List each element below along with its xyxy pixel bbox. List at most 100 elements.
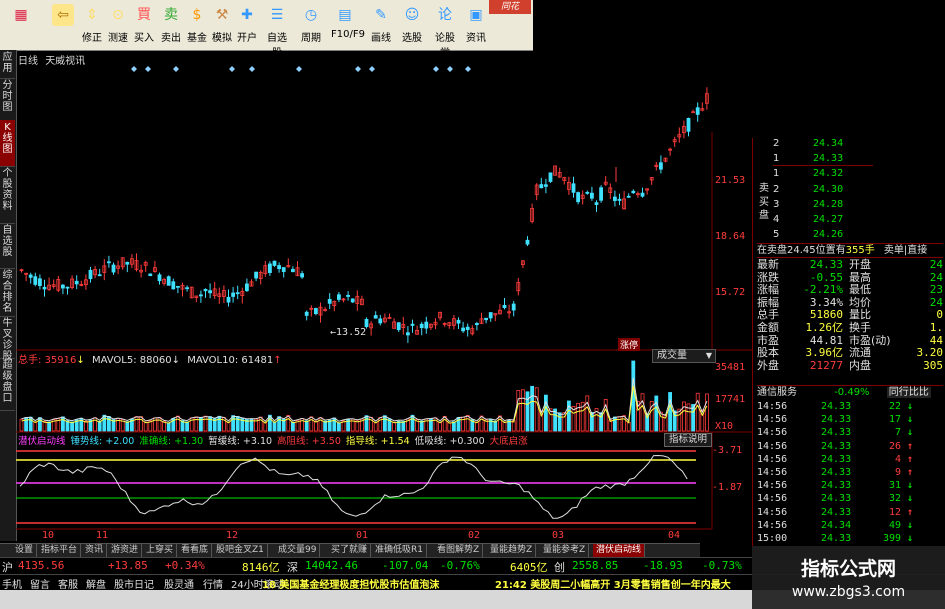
- status-link[interactable]: 行情: [203, 576, 223, 591]
- kline-chart[interactable]: [16, 62, 752, 543]
- status-link[interactable]: 股市日记: [114, 576, 154, 591]
- toolbar-模拟-button[interactable]: ⚒ 模拟: [208, 2, 236, 48]
- status-link[interactable]: 留言: [30, 576, 50, 591]
- left-tab-5[interactable]: 综合排名: [0, 268, 15, 317]
- toolbar-周期-button[interactable]: ◷ 周期: [297, 2, 325, 48]
- bottom-tab-4[interactable]: 上穿买: [143, 544, 178, 557]
- candle-body: [686, 118, 691, 132]
- candle-body: [166, 276, 171, 286]
- toolbar-论股堂-button[interactable]: 论论股堂: [431, 2, 459, 59]
- bottom-tab-9[interactable]: 准确低吸R1: [372, 544, 427, 557]
- speed-icon: ⊙: [112, 7, 124, 23]
- toolbar-选股-button[interactable]: ☺ 选股: [398, 2, 426, 48]
- sh-label[interactable]: 沪: [2, 559, 13, 575]
- order-price: 24.27: [813, 214, 844, 225]
- bottom-tab-13[interactable]: 潜伏启动线: [593, 544, 646, 557]
- toolbar-基金-button[interactable]: $ 基金: [183, 2, 211, 48]
- left-tab-6[interactable]: 牛叉诊股: [0, 316, 15, 362]
- volume-bar: [373, 422, 378, 432]
- tick-price: 24.33: [821, 506, 852, 518]
- candle-body: [327, 298, 332, 304]
- candle-body: [290, 268, 295, 273]
- bottom-tab-1[interactable]: 指标平台: [38, 544, 82, 557]
- left-tab-2[interactable]: K线图: [0, 120, 15, 167]
- tick-price: 24.33: [821, 440, 852, 452]
- toolbar-自选股-button[interactable]: ☰ 自选股: [263, 2, 291, 59]
- sector-name[interactable]: 通信服务: [757, 387, 797, 398]
- toolbar-btn1-button[interactable]: ⇦: [46, 2, 80, 48]
- candle-body: [525, 239, 530, 245]
- candle-body: [231, 292, 236, 297]
- account-icon: ✚: [241, 7, 253, 23]
- bottom-tab-11[interactable]: 量能趋势Z: [487, 544, 537, 557]
- order-book-row[interactable]: 5 24.26: [773, 228, 873, 241]
- bottom-tab-5[interactable]: 看看底: [178, 544, 213, 557]
- bottom-tab-8[interactable]: 买了就赚: [328, 544, 372, 557]
- sz-label[interactable]: 深: [287, 559, 298, 575]
- left-tab-3[interactable]: 个股资料: [0, 166, 15, 224]
- bottom-tab-10[interactable]: 看图解势Z: [434, 544, 484, 557]
- news-item[interactable]: 18 美国基金经理极度担忧股市估值泡沫: [262, 576, 439, 591]
- bottom-tab-0[interactable]: 设置: [12, 544, 38, 557]
- site-watermark: 指标公式网 www.zbgs3.com: [752, 546, 945, 609]
- bottom-tab-6[interactable]: 股吧金叉Z1: [213, 544, 268, 557]
- tick-volume: 31: [888, 480, 901, 492]
- toolbar-卖出-button[interactable]: 卖卖出: [157, 2, 185, 48]
- order-book-row[interactable]: 2 24.30: [773, 183, 873, 196]
- toolbar-btn0-button[interactable]: ▦: [4, 2, 38, 48]
- bottom-tab-7[interactable]: 成交量99: [275, 544, 321, 557]
- left-tab-7[interactable]: 超级盘口: [0, 358, 15, 411]
- tick-price: 24.33: [821, 493, 852, 505]
- quote-stat-row: 涨幅 -2.21% 最低 23: [757, 283, 943, 296]
- candle-body: [235, 292, 240, 295]
- cy-label[interactable]: 创: [554, 559, 565, 575]
- tick-volume: 17: [888, 414, 901, 426]
- sh-amount: 8146亿: [242, 561, 280, 574]
- indicator-help-button[interactable]: 指标说明: [664, 433, 712, 447]
- volume-bar: [520, 389, 525, 432]
- peer-compare-button[interactable]: 同行比比: [886, 387, 931, 398]
- left-tab-4[interactable]: 自选股: [0, 223, 15, 269]
- toolbar-button-label: 修正: [82, 33, 102, 44]
- order-book-row[interactable]: 2 24.34: [773, 137, 873, 150]
- forum-icon: 论: [438, 7, 452, 23]
- tick-price: 24.33: [821, 467, 852, 478]
- stat-value: 24: [929, 258, 943, 271]
- candle-body: [313, 308, 318, 315]
- status-link[interactable]: 股灵通: [164, 576, 194, 591]
- bottom-tab-3[interactable]: 游资进: [108, 544, 143, 557]
- toolbar-测速-button[interactable]: ⊙ 测速: [104, 2, 132, 48]
- order-book-row[interactable]: 1 24.33: [773, 152, 873, 167]
- arrow-down-icon: ↓: [906, 519, 913, 531]
- toolbar-开户-button[interactable]: ✚ 开户: [233, 2, 261, 48]
- tick-row: 14:56 24.33 12 ↑: [757, 506, 943, 519]
- left-tab-0[interactable]: 应用: [0, 50, 15, 79]
- bottom-tab-2[interactable]: 资讯: [82, 544, 108, 557]
- toolbar-画线-button[interactable]: ✎ 画线: [367, 2, 395, 48]
- signal-diamond: [145, 66, 151, 72]
- news-item[interactable]: 21:42 美股周二小幅高开 3月零售销售创一年内最大: [495, 576, 731, 591]
- volume-indicator-select[interactable]: 成交量 ▼: [652, 349, 716, 363]
- status-link[interactable]: 解盘: [86, 576, 106, 591]
- order-book-row[interactable]: 3 24.28: [773, 198, 873, 211]
- quote-stat-row: 外盘 21277 内盘 305: [757, 359, 943, 372]
- candle-body: [198, 294, 203, 297]
- status-link[interactable]: 手机: [2, 576, 22, 591]
- order-book-row[interactable]: 1 24.32: [773, 167, 873, 180]
- status-link[interactable]: 客服: [58, 576, 78, 591]
- toolbar-修正-button[interactable]: ⇕ 修正: [78, 2, 106, 48]
- toolbar-button-label: 画线: [371, 33, 391, 44]
- bottom-tab-12[interactable]: 量能参考Z: [540, 544, 590, 557]
- candle-body: [419, 323, 424, 329]
- left-tab-1[interactable]: 分时图: [0, 78, 15, 121]
- tick-price: 24.33: [821, 427, 852, 439]
- volume-bar: [84, 420, 88, 432]
- toolbar-资讯-button[interactable]: ▣ 资讯: [462, 2, 490, 48]
- volume-header: 总手: 35916↓ MAVOL5: 88060↓ MAVOL10: 61481…: [18, 355, 282, 366]
- candle-body: [511, 303, 516, 311]
- toolbar-F10/F9-button[interactable]: ▤ F10/F9: [331, 2, 365, 48]
- toolbar-买入-button[interactable]: 買买入: [130, 2, 158, 48]
- signal-diamond: [229, 66, 235, 72]
- sell-order-button[interactable]: 卖单: [884, 245, 904, 256]
- order-book-row[interactable]: 4 24.27: [773, 213, 873, 226]
